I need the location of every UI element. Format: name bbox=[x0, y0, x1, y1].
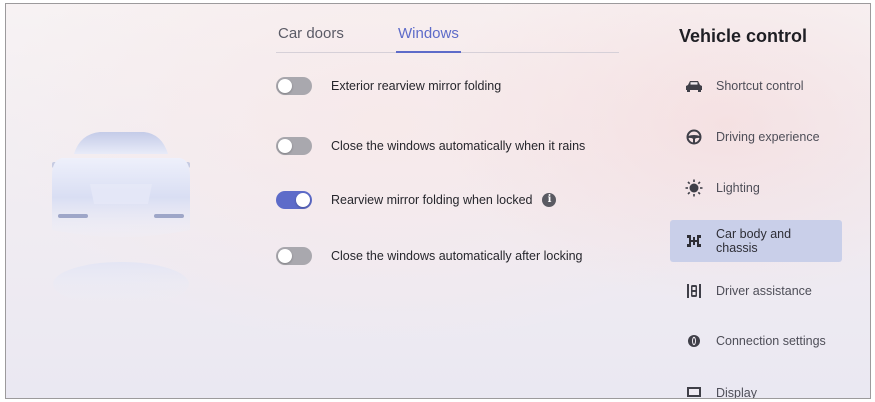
toggle-knob bbox=[278, 249, 292, 263]
close-windows-locking-toggle[interactable] bbox=[276, 247, 312, 265]
setting-label: Exterior rearview mirror folding bbox=[331, 79, 502, 93]
setting-label: Close the windows automatically after lo… bbox=[331, 249, 583, 263]
toggle-knob bbox=[278, 79, 292, 93]
setting-row-close-windows-rain: Close the windows automatically when it … bbox=[276, 132, 585, 160]
panel-title: Vehicle control bbox=[679, 26, 808, 46]
setting-row-mirror-folding-locked: Rearview mirror folding when locked i bbox=[276, 186, 557, 214]
nav-item-lighting[interactable]: Lighting bbox=[670, 169, 842, 207]
nav-item-label: Car body and chassis bbox=[716, 227, 792, 255]
nav-item-label: Lighting bbox=[716, 181, 760, 195]
driver-assistance-icon bbox=[684, 281, 704, 301]
nav-item-connection-settings[interactable]: Connection settings bbox=[670, 322, 842, 360]
nav-item-display[interactable]: Display bbox=[670, 374, 842, 399]
nav-item-label: Connection settings bbox=[716, 334, 826, 348]
nav-item-label: Shortcut control bbox=[716, 79, 804, 93]
nav-item-driving-experience[interactable]: Driving experience bbox=[670, 118, 842, 156]
vehicle-settings-screen: Car doors Windows Exterior rearview mirr… bbox=[5, 3, 871, 399]
setting-row-exterior-mirror-folding: Exterior rearview mirror folding bbox=[276, 72, 501, 100]
nav-item-label: Display bbox=[716, 386, 757, 399]
nav-item-label: Driving experience bbox=[716, 130, 820, 144]
car-icon bbox=[684, 76, 704, 96]
tab-car-doors[interactable]: Car doors bbox=[278, 25, 344, 42]
mirror-folding-locked-toggle[interactable] bbox=[276, 191, 312, 209]
display-icon bbox=[684, 383, 704, 398]
close-windows-rain-toggle[interactable] bbox=[276, 137, 312, 155]
toggle-knob bbox=[296, 193, 310, 207]
car-front-illustration bbox=[52, 132, 190, 306]
setting-label: Close the windows automatically when it … bbox=[331, 139, 586, 153]
info-icon[interactable]: i bbox=[542, 193, 557, 207]
toggle-knob bbox=[278, 139, 292, 153]
nav-item-label: Driver assistance bbox=[716, 284, 812, 298]
exterior-mirror-folding-toggle[interactable] bbox=[276, 77, 312, 95]
setting-row-close-windows-locking: Close the windows automatically after lo… bbox=[276, 242, 583, 270]
tab-windows[interactable]: Windows bbox=[396, 25, 461, 53]
chassis-icon bbox=[684, 231, 704, 251]
light-icon bbox=[684, 178, 704, 198]
connection-icon bbox=[684, 331, 704, 351]
setting-label: Rearview mirror folding when locked bbox=[331, 193, 533, 207]
tab-bar: Car doors Windows bbox=[276, 18, 619, 53]
steering-wheel-icon bbox=[684, 127, 704, 147]
nav-item-driver-assistance[interactable]: Driver assistance bbox=[670, 272, 842, 310]
nav-item-car-body-chassis[interactable]: Car body and chassis bbox=[670, 220, 842, 262]
nav-item-shortcut-control[interactable]: Shortcut control bbox=[670, 67, 842, 105]
